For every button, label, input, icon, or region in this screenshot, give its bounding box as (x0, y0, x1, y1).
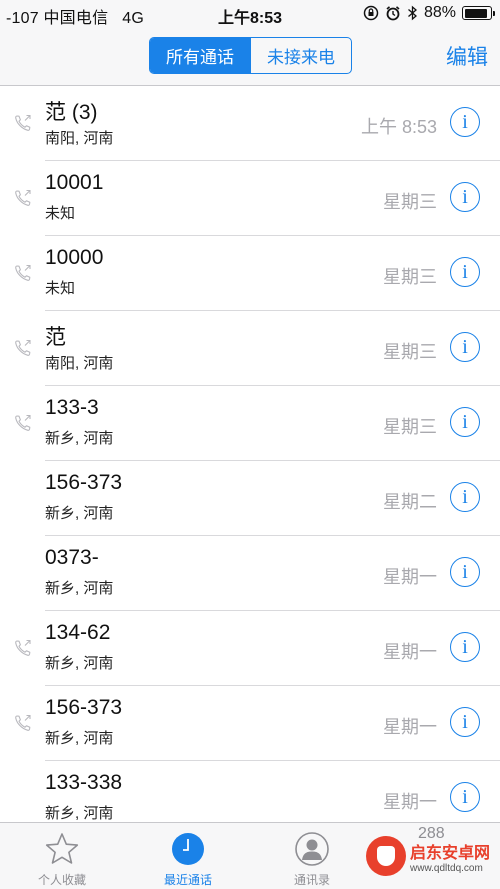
call-time: 星期三 (383, 192, 437, 212)
outgoing-call-icon (15, 264, 31, 281)
call-row[interactable]: 10001 未知 星期三 i (0, 161, 500, 236)
watermark-text: 启东安卓网 www.qdltdq.com (410, 839, 490, 874)
info-button[interactable]: i (450, 182, 480, 212)
outgoing-call-icon (15, 114, 31, 131)
call-row[interactable]: 范 (3) 南阳, 河南 上午 8:53 i (0, 86, 500, 161)
call-name: 133-338 (45, 771, 123, 794)
call-location: 新乡, 河南 (45, 655, 114, 672)
call-location: 新乡, 河南 (45, 430, 114, 447)
info-button[interactable]: i (450, 407, 480, 437)
outgoing-call-icon (15, 189, 31, 206)
call-filter-segmented-control: 所有通话 未接来电 (149, 37, 352, 74)
battery-icon (462, 6, 495, 20)
star-icon (45, 833, 79, 864)
call-name: 133-3 (45, 396, 99, 419)
call-time: 星期一 (383, 792, 437, 812)
clock-icon (172, 833, 204, 865)
call-location: 新乡, 河南 (45, 580, 114, 597)
contacts-icon (295, 832, 329, 866)
tab-recents[interactable]: 最近通话 (138, 823, 238, 889)
call-location: 新乡, 河南 (45, 505, 114, 522)
call-row[interactable]: 133-3 新乡, 河南 星期三 i (0, 386, 500, 461)
call-location: 未知 (45, 280, 76, 297)
call-name: 134-62 (45, 621, 111, 644)
call-name: 156-373 (45, 696, 123, 719)
info-button[interactable]: i (450, 332, 480, 362)
rotation-lock-icon (363, 5, 379, 21)
call-time: 星期二 (383, 492, 437, 512)
call-name: 10000 (45, 246, 104, 269)
call-row[interactable]: 156-373 新乡, 河南 星期一 i (0, 686, 500, 761)
call-name: 156-373 (45, 471, 123, 494)
bluetooth-icon (408, 5, 417, 21)
tab-label-recents: 最近通话 (163, 873, 212, 887)
info-button[interactable]: i (450, 257, 480, 287)
call-row[interactable]: 范南阳, 河南 星期三 i (0, 311, 500, 386)
alarm-icon (386, 6, 400, 21)
tab-favorites[interactable]: 个人收藏 (12, 823, 112, 889)
recent-calls-list: 范 (3) 南阳, 河南 上午 8:53 i 10001 未知 星期三 i 10000 未知 星期三… (0, 86, 500, 836)
segment-all-calls[interactable]: 所有通话 (150, 38, 250, 73)
watermark-logo (366, 836, 406, 876)
call-row[interactable]: 10000 未知 星期三 i (0, 236, 500, 311)
edit-button[interactable]: 编辑 (446, 41, 488, 71)
tab-label-contacts: 通讯录 (293, 873, 330, 887)
info-button[interactable]: i (450, 707, 480, 737)
call-name: 0373- (45, 546, 99, 569)
battery-fill (464, 8, 487, 18)
call-row[interactable]: 134-62 新乡, 河南 星期一 i (0, 611, 500, 686)
call-name: 10001 (45, 171, 104, 194)
call-location: 南阳, 河南 (45, 355, 114, 372)
watermark-url: www.qdltdq.com (410, 862, 483, 874)
call-row[interactable]: 156-373 新乡, 河南 星期二 i (0, 461, 500, 536)
info-button[interactable]: i (450, 482, 480, 512)
info-button[interactable]: i (450, 557, 480, 587)
call-location: 未知 (45, 205, 76, 222)
call-time: 星期三 (383, 267, 437, 287)
call-time: 上午 8:53 (360, 117, 437, 137)
outgoing-call-icon (15, 714, 31, 731)
call-time: 星期一 (383, 642, 437, 662)
battery-percent: 88% (423, 4, 456, 21)
watermark-title: 启东安卓网 (410, 844, 491, 862)
call-row[interactable]: 0373- 新乡, 河南 星期一 i (0, 536, 500, 611)
tab-contacts[interactable]: 通讯录 (262, 823, 362, 889)
outgoing-call-icon (15, 639, 31, 656)
call-location: 新乡, 河南 (45, 730, 114, 747)
status-bar: -107 中国电信 4G 上午8:53 88% (0, 0, 500, 28)
call-name: 范 (45, 326, 66, 349)
call-name: 范 (3) (45, 101, 98, 124)
call-time: 星期三 (383, 342, 437, 362)
call-time: 星期一 (383, 717, 437, 737)
call-time: 星期一 (383, 567, 437, 587)
segment-missed-calls[interactable]: 未接来电 (250, 38, 351, 73)
watermark: 启东安卓网 www.qdltdq.com (366, 828, 496, 884)
status-right: 88% (363, 4, 495, 22)
nav-bar: 所有通话 未接来电 编辑 (0, 28, 500, 86)
call-location: 新乡, 河南 (45, 805, 114, 822)
info-button[interactable]: i (450, 782, 480, 812)
call-time: 星期三 (383, 417, 437, 437)
info-button[interactable]: i (450, 107, 480, 137)
info-button[interactable]: i (450, 632, 480, 662)
call-location: 南阳, 河南 (45, 130, 114, 147)
outgoing-call-icon (15, 414, 31, 431)
outgoing-call-icon (15, 339, 31, 356)
tab-label-favorites: 个人收藏 (37, 873, 86, 887)
